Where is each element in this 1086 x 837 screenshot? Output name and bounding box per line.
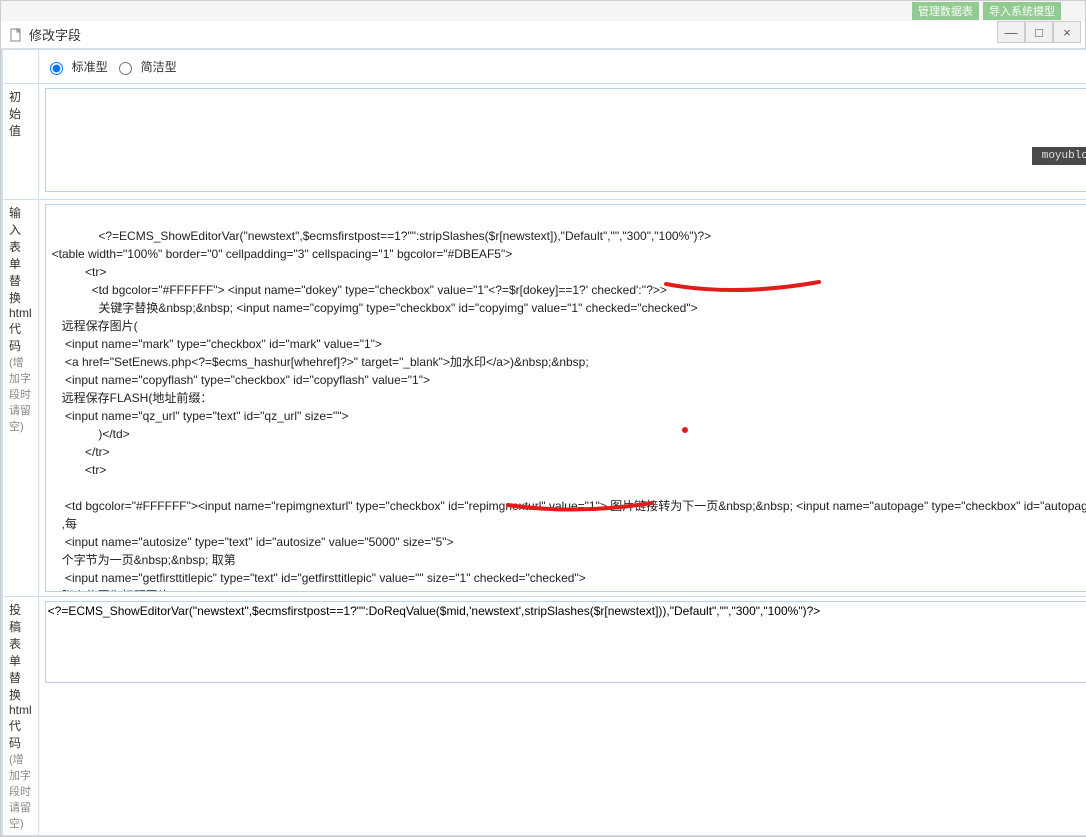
- post-form-hint: (增加字段时请留空): [9, 751, 32, 831]
- post-form-label: 投稿表单替换html代码: [9, 601, 32, 751]
- radio-simple-label: 简洁型: [141, 58, 177, 75]
- input-form-row: 输入表单替换html代码 (增加字段时请留空) <?=ECMS_ShowEdit…: [3, 200, 1086, 597]
- window-title: 修改字段: [29, 25, 81, 44]
- watermark: moyublog.com: [1032, 147, 1086, 165]
- input-form-label-cell: 输入表单替换html代码 (增加字段时请留空): [3, 200, 39, 597]
- post-form-textarea[interactable]: [45, 601, 1086, 683]
- content-area: 标准型 简洁型 初始值 moyublog.com 输入表单: [1, 49, 1085, 836]
- radio-simple[interactable]: [119, 62, 132, 75]
- type-value-cell: 标准型 简洁型: [38, 50, 1086, 84]
- window-controls: — □ ×: [997, 21, 1081, 43]
- type-label-cell: [3, 50, 39, 84]
- background-toolbar: 管理数据表 导入系统模型: [1, 1, 1085, 21]
- code-content: <?=ECMS_ShowEditorVar("newstext",$ecmsfi…: [52, 229, 1086, 592]
- document-icon: [9, 28, 23, 42]
- initial-value-textarea[interactable]: [45, 88, 1086, 192]
- post-form-label-cell: 投稿表单替换html代码 (增加字段时请留空): [3, 597, 39, 836]
- input-form-codebox[interactable]: <?=ECMS_ShowEditorVar("newstext",$ecmsfi…: [45, 204, 1086, 592]
- dialog-window: 管理数据表 导入系统模型 修改字段 — □ × 标准型: [0, 0, 1086, 837]
- close-button[interactable]: ×: [1053, 21, 1081, 43]
- initial-value-row: 初始值 moyublog.com: [3, 84, 1086, 200]
- maximize-button[interactable]: □: [1025, 21, 1053, 43]
- bg-button-1: 管理数据表: [912, 2, 979, 20]
- input-form-cell: <?=ECMS_ShowEditorVar("newstext",$ecmsfi…: [38, 200, 1086, 597]
- titlebar: 修改字段 — □ ×: [1, 21, 1085, 49]
- annotation-dot: [680, 425, 692, 437]
- main-form: 标准型 简洁型 初始值 moyublog.com 输入表单: [2, 49, 1086, 836]
- radio-standard-label: 标准型: [72, 58, 108, 75]
- annotation-underline-1: [664, 279, 824, 295]
- input-form-label: 输入表单替换html代码: [9, 204, 32, 354]
- radio-standard[interactable]: [50, 62, 63, 75]
- post-form-row: 投稿表单替换html代码 (增加字段时请留空): [3, 597, 1086, 836]
- bg-button-2: 导入系统模型: [983, 2, 1061, 20]
- initial-value-cell: moyublog.com: [38, 84, 1086, 200]
- input-form-hint: (增加字段时请留空): [9, 354, 32, 434]
- form-table: 标准型 简洁型 初始值 moyublog.com 输入表单: [2, 49, 1086, 836]
- post-form-cell: [38, 597, 1086, 836]
- minimize-button[interactable]: —: [997, 21, 1025, 43]
- initial-value-label: 初始值: [3, 84, 39, 200]
- type-row: 标准型 简洁型: [3, 50, 1086, 84]
